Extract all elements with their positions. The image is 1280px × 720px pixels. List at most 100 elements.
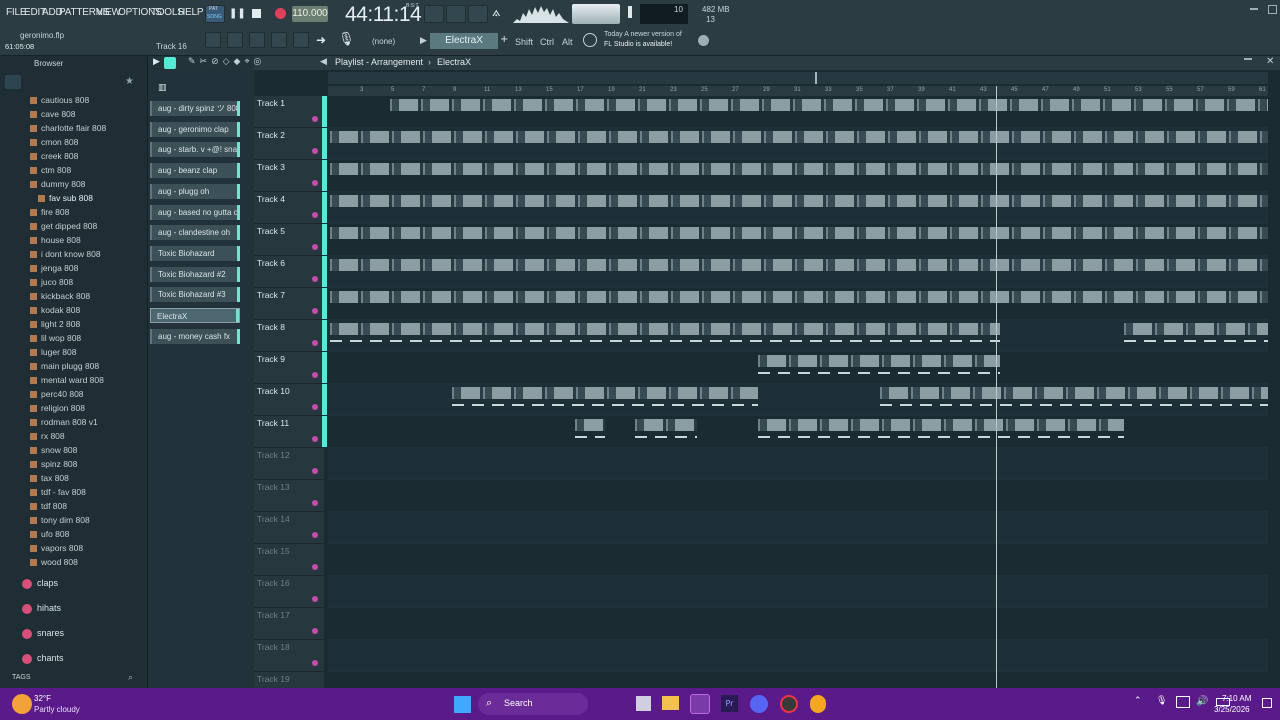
track-header[interactable]: Track 12 [254,448,324,480]
track-mute-dot[interactable] [312,468,318,474]
news-line-1[interactable]: Today A newer version of [604,31,682,38]
browser-item[interactable]: fav sub 808 [38,192,93,205]
browser-item[interactable]: cmon 808 [30,136,78,149]
play-icon[interactable]: ▶ [153,57,160,67]
track-grip[interactable] [322,224,327,255]
track-mute-dot[interactable] [312,244,318,250]
mic-tray-icon[interactable]: 🎙 [1156,696,1167,706]
track-header[interactable]: Track 17 [254,608,324,640]
browser-add-icon[interactable] [5,75,21,89]
horizontal-scrollbar[interactable] [328,72,1268,84]
clip-strip[interactable] [1124,323,1268,335]
premiere-icon[interactable]: Pr [721,695,738,712]
browser-item[interactable]: juco 808 [30,276,73,289]
metronome-icon[interactable]: ⟑ [492,4,510,22]
browser-item[interactable]: i dont know 808 [30,248,101,261]
track-header[interactable]: Track 4 [254,192,327,224]
step-mode-icon[interactable] [446,5,466,23]
arrangement-icon[interactable] [205,32,221,48]
track-lane[interactable] [328,640,1268,672]
weather-temp[interactable]: 32°F [34,694,51,703]
browser-item[interactable]: ufo 808 [30,528,69,541]
search-icon[interactable]: ⌕ [128,673,133,683]
playlist-icon[interactable] [227,32,243,48]
wait-mode-icon[interactable] [468,5,488,23]
browser-item[interactable]: cautious 808 [30,94,89,107]
browser-item[interactable]: rodman 808 v1 [30,416,98,429]
current-pattern-name[interactable]: ElectraX [430,33,498,49]
track-mute-dot[interactable] [312,628,318,634]
app-icon[interactable] [810,695,826,713]
browser-item[interactable]: get dipped 808 [30,220,97,233]
track-header[interactable]: Track 9 [254,352,327,384]
pause-button[interactable]: ❚❚ [229,8,246,20]
browser-item[interactable]: religion 808 [30,402,85,415]
browser-item[interactable]: wood 808 [30,556,78,569]
track-mute-dot[interactable] [312,404,318,410]
taskbar-date[interactable]: 3/25/2026 [1214,705,1250,714]
track-mute-dot[interactable] [312,308,318,314]
track-mute-dot[interactable] [312,180,318,186]
browser-item[interactable]: dummy 808 [30,178,85,191]
clip-strip[interactable] [330,291,1268,303]
track-grip[interactable] [322,256,327,287]
track-lane[interactable] [328,320,1268,352]
online-icon[interactable] [698,35,709,46]
browser-item[interactable]: fire 808 [30,206,69,219]
notification-icon[interactable] [1262,698,1272,708]
browser-item[interactable]: rx 808 [30,430,65,443]
ctrl-key-button[interactable]: Ctrl [540,37,554,47]
pattern-mode-icon[interactable] [424,5,444,23]
pitch-slider[interactable] [628,6,632,18]
clip-strip[interactable] [390,99,1268,111]
clip-strip[interactable] [330,259,1268,271]
track-header[interactable]: Track 15 [254,544,324,576]
track-mute-dot[interactable] [312,660,318,666]
scrollbar-thumb[interactable] [815,72,817,84]
browser-item[interactable]: house 808 [30,234,81,247]
browser-item[interactable]: lil wop 808 [30,332,81,345]
master-volume-slider[interactable] [572,4,620,24]
playlist-minimize-icon[interactable] [1244,58,1252,60]
weather-icon[interactable] [12,694,32,714]
record-button[interactable] [275,8,286,19]
track-grip[interactable] [322,288,327,319]
microphone-icon[interactable]: 🎙 [338,32,355,47]
clip-strip[interactable] [758,355,1000,367]
track-header[interactable]: Track 1 [254,96,327,128]
clip-strip[interactable] [758,419,1124,431]
track-mute-dot[interactable] [312,212,318,218]
browser-item[interactable]: mental ward 808 [30,374,104,387]
pattern-item[interactable]: aug - clandestine oh [150,225,240,241]
pattern-item[interactable]: Toxic Biohazard #3 [150,287,240,303]
minimize-icon[interactable] [1250,8,1258,10]
clip-strip[interactable] [330,227,1268,239]
network-icon[interactable] [1176,696,1190,708]
folder-claps[interactable]: claps [22,576,58,590]
add-pattern-icon[interactable]: + [500,34,508,45]
track-lane[interactable] [328,224,1268,256]
track-grip[interactable] [322,416,327,447]
discord-icon[interactable] [750,695,768,713]
track-mute-dot[interactable] [312,148,318,154]
track-header[interactable]: Track 3 [254,160,327,192]
stop-button[interactable] [252,9,261,18]
chrome-icon[interactable] [780,695,798,713]
browser-item[interactable]: ctm 808 [30,164,71,177]
task-view-icon[interactable] [636,696,651,711]
magnet-icon[interactable] [164,57,176,69]
tray-chevron-icon[interactable]: ⌃ [1134,696,1142,706]
pattern-item[interactable]: aug - geronimo clap [150,121,240,137]
pat-song-toggle[interactable]: PAT SONG [205,5,225,23]
clip-strip[interactable] [452,387,758,399]
tempo-display[interactable]: 110.000 [292,6,328,22]
clip-strip[interactable] [330,163,1268,175]
browser-item[interactable]: jenga 808 [30,262,78,275]
track-lane[interactable] [328,416,1268,448]
mixer-icon[interactable] [293,32,309,48]
track-grip[interactable] [322,384,327,415]
track-header[interactable]: Track 5 [254,224,327,256]
track-header[interactable]: Track 14 [254,512,324,544]
track-lane[interactable] [328,96,1268,128]
clip-strip[interactable] [330,323,1000,335]
